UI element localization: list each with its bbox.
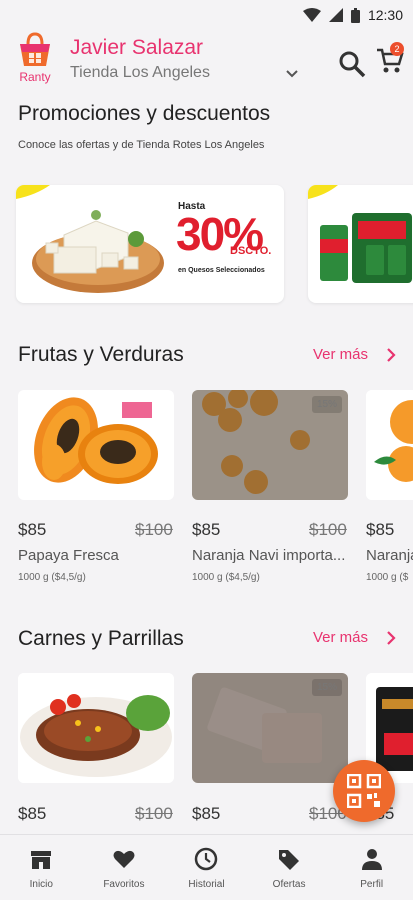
qr-scan-button[interactable] [333, 760, 395, 822]
banner-footnote: en Quesos Seleccionados [178, 267, 265, 274]
section-title-carnes: Carnes y Parrillas [18, 627, 184, 650]
nav-item-ofertas[interactable]: Ofertas [248, 835, 331, 900]
battery-icon [350, 7, 360, 23]
product-price: $85 [18, 520, 47, 539]
signal-icon [328, 8, 343, 22]
product-name[interactable]: Papaya Fresca [18, 547, 174, 564]
shopping-basket-icon [20, 32, 50, 66]
beer-pack-image [308, 185, 412, 283]
promotions-subtitle: Conoce las ofertas y de Tienda Rotes Los… [18, 139, 265, 151]
chevron-down-icon[interactable] [284, 65, 300, 81]
qr-code-icon [347, 774, 381, 808]
steak-image [18, 673, 174, 783]
banner-dscto-text: DSCTO. [230, 245, 272, 257]
see-more-frutas-link[interactable]: Ver más [313, 346, 368, 363]
product-name[interactable]: Naranja Navi importa... [192, 547, 348, 564]
product-price: $85 [192, 520, 221, 539]
clock-icon [195, 847, 218, 871]
section-title-frutas: Frutas y Verduras [18, 343, 184, 366]
discount-badge: 15% [311, 396, 342, 413]
discount-badge: 15% [311, 679, 342, 696]
nav-item-perfil[interactable]: Perfil [330, 835, 413, 900]
chevron-right-icon[interactable] [384, 347, 398, 363]
product-image-papaya[interactable] [18, 390, 174, 500]
bottom-navigation: Inicio Favoritos Historial Ofertas Perfi… [0, 834, 413, 900]
product-unit: 1000 g ($4,5/g) [18, 572, 86, 583]
nav-item-favoritos[interactable]: Favoritos [83, 835, 166, 900]
wifi-icon [302, 8, 321, 22]
nav-label-inicio: Inicio [29, 879, 53, 890]
app-header: Ranty Javier Salazar Tienda Los Angeles … [0, 32, 413, 94]
promo-banner-cheese[interactable]: Hasta 30% DSCTO. en Quesos Seleccionados [16, 185, 284, 303]
heart-icon [113, 850, 135, 868]
search-icon[interactable] [338, 50, 366, 78]
tag-icon [279, 850, 300, 870]
cheese-platter-image [16, 185, 164, 293]
product-image-meat[interactable]: 15% [192, 673, 348, 783]
product-image-naranja[interactable]: 15% [192, 390, 348, 500]
product-image-naranja-2[interactable] [366, 390, 413, 500]
product-price: $85 [192, 804, 221, 823]
status-bar: 12:30 [0, 0, 413, 32]
chevron-right-icon[interactable] [384, 630, 398, 646]
nav-item-historial[interactable]: Historial [165, 835, 248, 900]
product-unit: 1000 g ($ [366, 572, 409, 583]
nav-label-perfil: Perfil [360, 879, 384, 890]
user-name: Javier Salazar [70, 36, 204, 59]
product-price: $85 [18, 804, 47, 823]
papaya-image [34, 397, 158, 484]
product-image-steak[interactable] [18, 673, 174, 783]
person-icon [361, 849, 382, 870]
orange-image [366, 390, 413, 500]
nav-item-inicio[interactable]: Inicio [0, 835, 83, 900]
store-selector-label[interactable]: Tienda Los Angeles [70, 64, 210, 82]
product-price: $85 [366, 520, 395, 539]
promo-banner-beer[interactable] [308, 185, 413, 303]
nav-label-ofertas: Ofertas [272, 879, 306, 890]
product-old-price: $100 [135, 804, 173, 823]
product-name[interactable]: Naranja [366, 547, 413, 564]
app-logo[interactable]: Ranty [16, 32, 54, 86]
promotions-title: Promociones y descuentos [18, 102, 271, 125]
status-time: 12:30 [367, 7, 403, 23]
see-more-carnes-link[interactable]: Ver más [313, 629, 368, 646]
store-icon [31, 851, 52, 869]
nav-label-favoritos: Favoritos [103, 879, 145, 890]
cart-count-badge: 2 [390, 42, 404, 56]
logo-text: Ranty [19, 70, 51, 84]
product-old-price: $100 [309, 520, 347, 539]
nav-label-historial: Historial [188, 879, 225, 890]
product-unit: 1000 g ($4,5/g) [192, 572, 260, 583]
product-old-price: $100 [135, 520, 173, 539]
